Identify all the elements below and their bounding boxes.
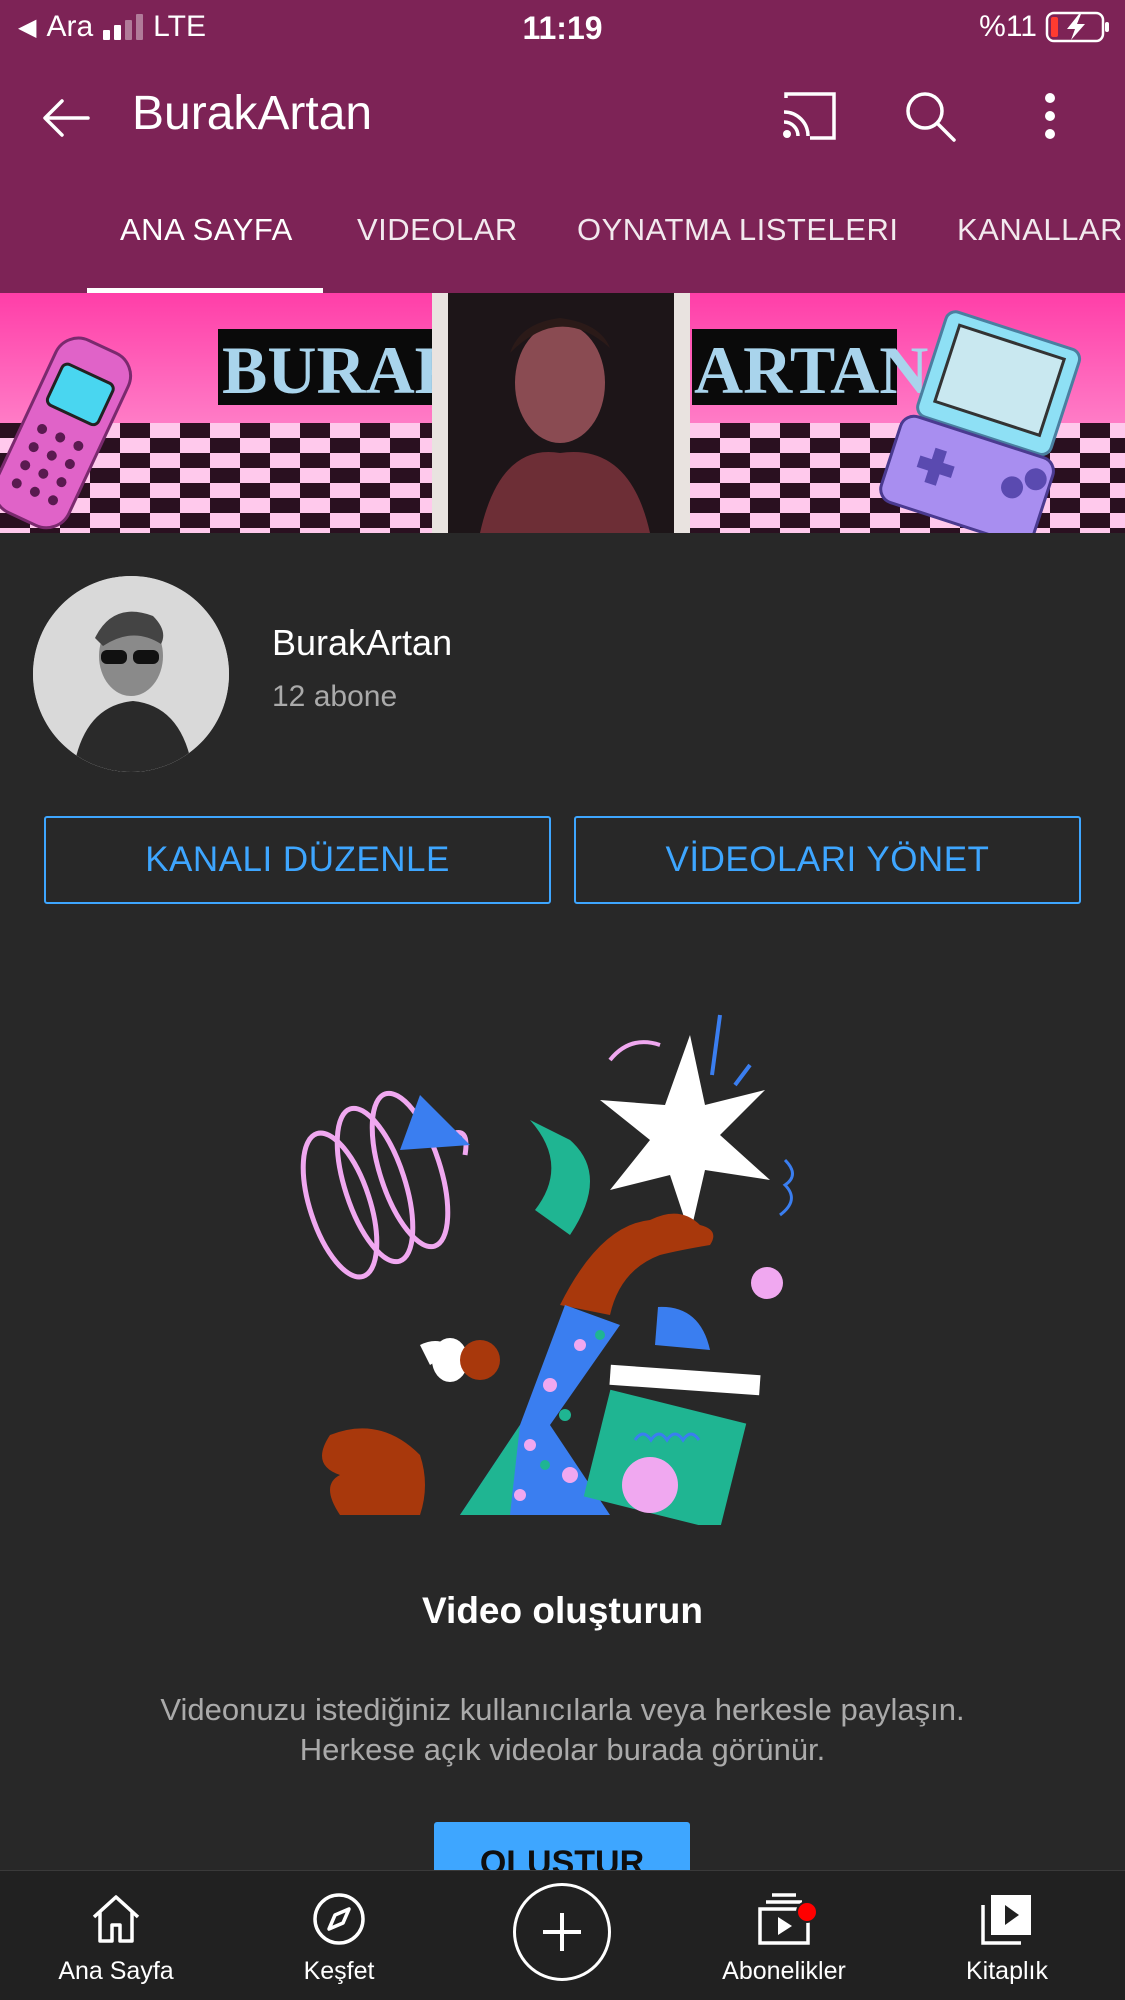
nav-library[interactable]: Kitaplık xyxy=(907,1871,1107,2000)
tab-videos[interactable]: VIDEOLAR xyxy=(357,212,518,248)
nav-library-label: Kitaplık xyxy=(966,1957,1048,1985)
nav-home[interactable]: Ana Sayfa xyxy=(16,1871,216,2000)
channel-banner: BURAK ARTAN xyxy=(0,293,1125,533)
notification-badge xyxy=(796,1901,818,1923)
home-icon xyxy=(92,1895,140,1943)
banner-word-right: ARTAN xyxy=(694,332,928,408)
cast-icon[interactable] xyxy=(780,90,838,142)
nav-subscriptions[interactable]: Abonelikler xyxy=(684,1871,884,2000)
more-vert-icon[interactable] xyxy=(1030,88,1070,144)
channel-title: BurakArtan xyxy=(132,87,373,140)
banner-art: BURAK ARTAN xyxy=(0,293,1125,533)
create-video-illustration xyxy=(300,1014,794,1525)
banner-word-left: BURAK xyxy=(222,332,468,408)
bottom-navigation: Ana Sayfa Keşfet Abonelikler Kitaplık xyxy=(0,1870,1125,2000)
app-bar: BurakArtan xyxy=(0,58,1125,178)
manage-videos-button[interactable]: VİDEOLARI YÖNET xyxy=(574,816,1081,904)
empty-state-line-1: Videonuzu istediğiniz kullanıcılarla vey… xyxy=(160,1692,965,1727)
channel-name: BurakArtan xyxy=(272,622,453,663)
empty-state-title: Video oluşturun xyxy=(422,1590,703,1631)
search-icon[interactable] xyxy=(902,88,958,144)
explore-icon xyxy=(313,1893,365,1945)
avatar-photo xyxy=(33,576,229,772)
status-bar: ◀ Ara LTE 11:19 %11 xyxy=(0,0,1125,58)
nav-explore[interactable]: Keşfet xyxy=(239,1871,439,2000)
tab-playlists[interactable]: OYNATMA LISTELERI xyxy=(577,212,898,248)
nav-subscriptions-label: Abonelikler xyxy=(722,1957,846,1985)
status-time: 11:19 xyxy=(522,10,603,46)
avatar[interactable] xyxy=(33,576,229,772)
battery-charging-icon xyxy=(1045,11,1109,43)
battery-percent: %11 xyxy=(979,10,1037,43)
edit-channel-button[interactable]: KANALI DÜZENLE xyxy=(44,816,551,904)
library-icon xyxy=(981,1895,1031,1945)
nav-home-label: Ana Sayfa xyxy=(58,1957,174,1985)
nav-explore-label: Keşfet xyxy=(303,1957,375,1985)
tab-home[interactable]: ANA SAYFA xyxy=(120,212,293,248)
channel-tabs: ANA SAYFA VIDEOLAR OYNATMA LISTELERI KAN… xyxy=(0,178,1125,293)
tab-channels[interactable]: KANALLAR xyxy=(957,212,1123,248)
empty-state-line-2: Herkese açık videolar burada görünür. xyxy=(299,1732,826,1767)
empty-state-description: Videonuzu istediğiniz kullanıcılarla vey… xyxy=(0,1690,1125,1770)
add-icon[interactable] xyxy=(513,1883,611,1981)
status-right: %11 xyxy=(979,10,1111,44)
back-arrow-icon[interactable] xyxy=(38,90,94,146)
subscriber-count: 12 abone xyxy=(272,680,398,713)
